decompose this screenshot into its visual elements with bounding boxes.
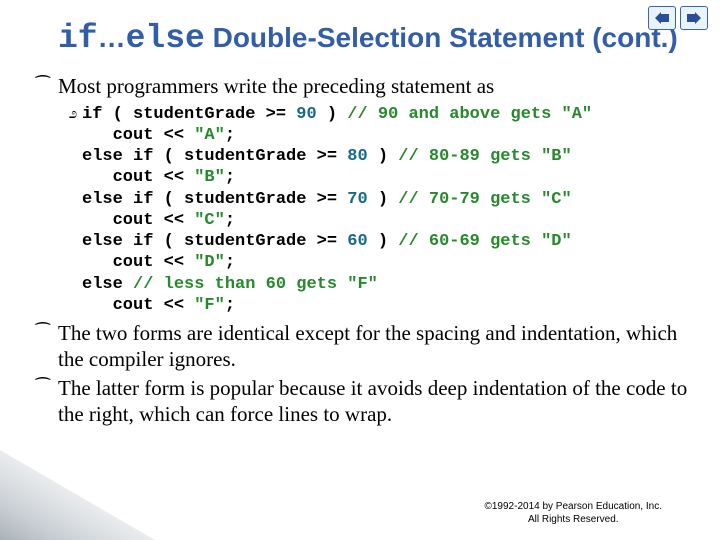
code-line-7: else if ( studentGrade >= 60 ) // 60-69 … [64,231,688,252]
code-frag: else if ( studentGrade >= [82,232,347,251]
title-rest: Double-Selection Statement (cont.) [205,22,678,53]
code-line-5: else if ( studentGrade >= 70 ) // 70-79 … [64,189,688,210]
code-frag: ) [368,190,399,209]
arrow-right-icon [687,12,701,24]
code-string: "F" [194,296,225,315]
code-number: 80 [347,147,367,166]
body-list: Most programmers write the preceding sta… [58,73,688,427]
code-line-1: ೨if ( studentGrade >= 90 ) // 90 and abo… [64,104,688,125]
title-ellipsis: … [98,22,126,53]
bullet-3-text: The latter form is popular because it av… [58,376,687,426]
spiral-icon: ೨ [64,105,82,124]
code-number: 90 [296,105,316,124]
footer-line-1: ©1992-2014 by Pearson Education, Inc. [485,501,663,512]
code-comment: // 60-69 gets "D" [398,232,571,251]
code-string: "B" [194,168,225,187]
code-string: "D" [194,253,225,272]
code-line-9: else // less than 60 gets "F" [64,274,688,295]
code-frag: cout << [82,211,194,230]
code-comment: // 90 and above gets "A" [347,105,592,124]
bullet-2-text: The two forms are identical except for t… [58,321,677,371]
code-comment: // 80-89 gets "B" [398,147,571,166]
code-frag: else if ( studentGrade >= [82,147,347,166]
corner-shadow-decoration [0,420,180,540]
code-frag: ; [225,211,235,230]
code-frag: ) [317,105,348,124]
code-frag: ) [368,232,399,251]
code-frag: else [82,275,133,294]
code-comment: // 70-79 gets "C" [398,190,571,209]
code-block: ೨if ( studentGrade >= 90 ) // 90 and abo… [64,104,688,317]
code-line-3: else if ( studentGrade >= 80 ) // 80-89 … [64,146,688,167]
slide-title: if…else Double-Selection Statement (cont… [58,18,688,59]
code-frag: cout << [82,253,194,272]
code-frag: ) [368,147,399,166]
prev-slide-button[interactable] [648,6,676,30]
footer-line-2: All Rights Reserved. [528,514,619,525]
code-frag: if ( studentGrade >= [82,105,296,124]
next-slide-button[interactable] [680,6,708,30]
code-line-8: cout << "D"; [64,252,688,273]
code-frag: cout << [82,296,194,315]
nav-arrows [648,6,708,30]
copyright-footer: ©1992-2014 by Pearson Education, Inc. Al… [485,501,663,526]
bullet-3: The latter form is popular because it av… [58,375,688,428]
code-frag: ; [225,126,235,145]
slide-container: if…else Double-Selection Statement (cont… [0,0,720,540]
code-line-6: cout << "C"; [64,210,688,231]
code-frag: cout << [82,168,194,187]
code-frag: ; [225,168,235,187]
title-keyword-else: else [126,20,205,57]
code-line-10: cout << "F"; [64,295,688,316]
bullet-1: Most programmers write the preceding sta… [58,73,688,316]
code-frag: else if ( studentGrade >= [82,190,347,209]
arrow-left-icon [655,12,669,24]
code-line-4: cout << "B"; [64,167,688,188]
code-number: 70 [347,190,367,209]
code-number: 60 [347,232,367,251]
bullet-2: The two forms are identical except for t… [58,320,688,373]
code-line-2: cout << "A"; [64,125,688,146]
code-comment: // less than 60 gets "F" [133,275,378,294]
bullet-1-text: Most programmers write the preceding sta… [58,74,494,98]
code-frag: ; [225,253,235,272]
title-keyword-if: if [58,20,98,57]
code-string: "C" [194,211,225,230]
code-frag: ; [225,296,235,315]
code-frag: cout << [82,126,194,145]
code-string: "A" [194,126,225,145]
